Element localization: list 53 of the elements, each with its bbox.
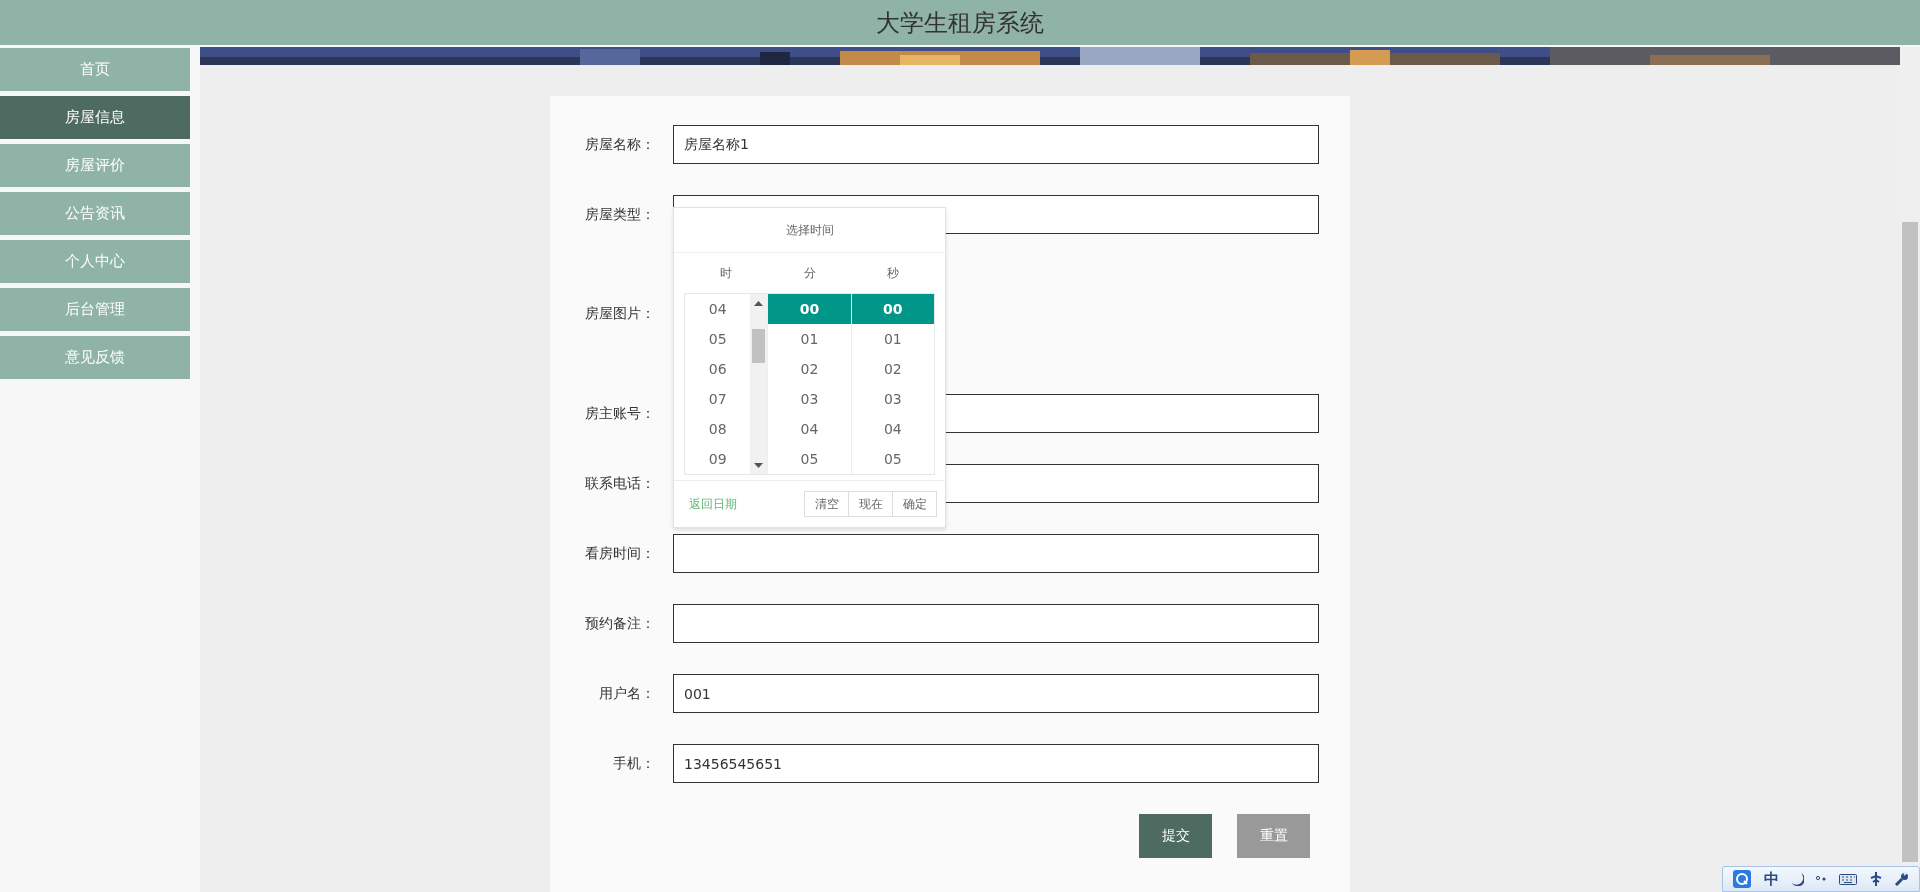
figure-icon[interactable]	[1869, 872, 1882, 886]
time-option[interactable]: 01	[768, 324, 851, 354]
field-label: 联系电话：	[584, 474, 655, 493]
site-title: 大学生租房系统	[876, 7, 1044, 39]
sidebar-item[interactable]: 房屋信息	[0, 96, 190, 139]
moon-icon[interactable]	[1791, 872, 1804, 886]
time-option[interactable]: 05	[685, 324, 751, 354]
picker-button[interactable]: 现在	[848, 491, 893, 517]
time-option[interactable]: 03	[851, 384, 934, 414]
time-option[interactable]: 07	[685, 384, 751, 414]
picker-button[interactable]: 确定	[892, 491, 937, 517]
field-label: 用户名：	[598, 684, 655, 703]
input-mode-toggle[interactable]: 中	[1764, 869, 1780, 889]
column-header: 时	[718, 264, 733, 282]
field-label: 手机：	[612, 754, 655, 773]
submit-button[interactable]: 提交	[1139, 814, 1212, 858]
picker-button[interactable]: 清空	[804, 491, 849, 517]
time-option[interactable]: 05	[851, 444, 934, 474]
scroll-down-icon[interactable]	[754, 462, 764, 468]
field-label: 房屋名称：	[584, 135, 655, 154]
picker-title: 选择时间	[785, 221, 834, 239]
column-header: 秒	[886, 264, 901, 282]
time-option[interactable]: 02	[768, 354, 851, 384]
field-label: 预约备注：	[584, 614, 655, 633]
time-option[interactable]: 04	[851, 414, 934, 444]
keyboard-icon[interactable]	[1839, 873, 1858, 885]
input-field[interactable]	[673, 604, 1319, 643]
input-field[interactable]	[673, 534, 1319, 573]
scrollbar-thumb[interactable]	[1902, 222, 1918, 862]
field-label: 房主账号：	[584, 404, 655, 423]
time-option[interactable]: 04	[685, 294, 751, 324]
field-label: 看房时间：	[584, 544, 655, 563]
time-option[interactable]: 03	[768, 384, 851, 414]
time-option[interactable]: 04	[768, 414, 851, 444]
time-option[interactable]: 05	[768, 444, 851, 474]
time-option[interactable]: 09	[685, 444, 751, 474]
scroll-up-icon[interactable]	[754, 301, 764, 307]
scrollbar-thumb[interactable]	[752, 329, 766, 363]
time-option[interactable]: 08	[685, 414, 751, 444]
column-header: 分	[802, 264, 817, 282]
time-option[interactable]: 06	[685, 354, 751, 384]
field-label: 房屋类型：	[584, 205, 655, 224]
punctuation-icon[interactable]	[1816, 875, 1827, 883]
time-option[interactable]: 00	[851, 294, 934, 324]
time-option[interactable]: 00	[768, 294, 851, 324]
input-field[interactable]: 房屋名称1	[673, 125, 1319, 164]
input-field[interactable]: 13456545651	[673, 744, 1319, 783]
input-method-logo-icon[interactable]	[1733, 870, 1752, 888]
time-option[interactable]: 02	[851, 354, 934, 384]
wrench-icon[interactable]	[1894, 872, 1909, 886]
input-field[interactable]: 001	[673, 674, 1319, 713]
time-option[interactable]: 01	[851, 324, 934, 354]
field-label: 房屋图片：	[584, 305, 655, 323]
